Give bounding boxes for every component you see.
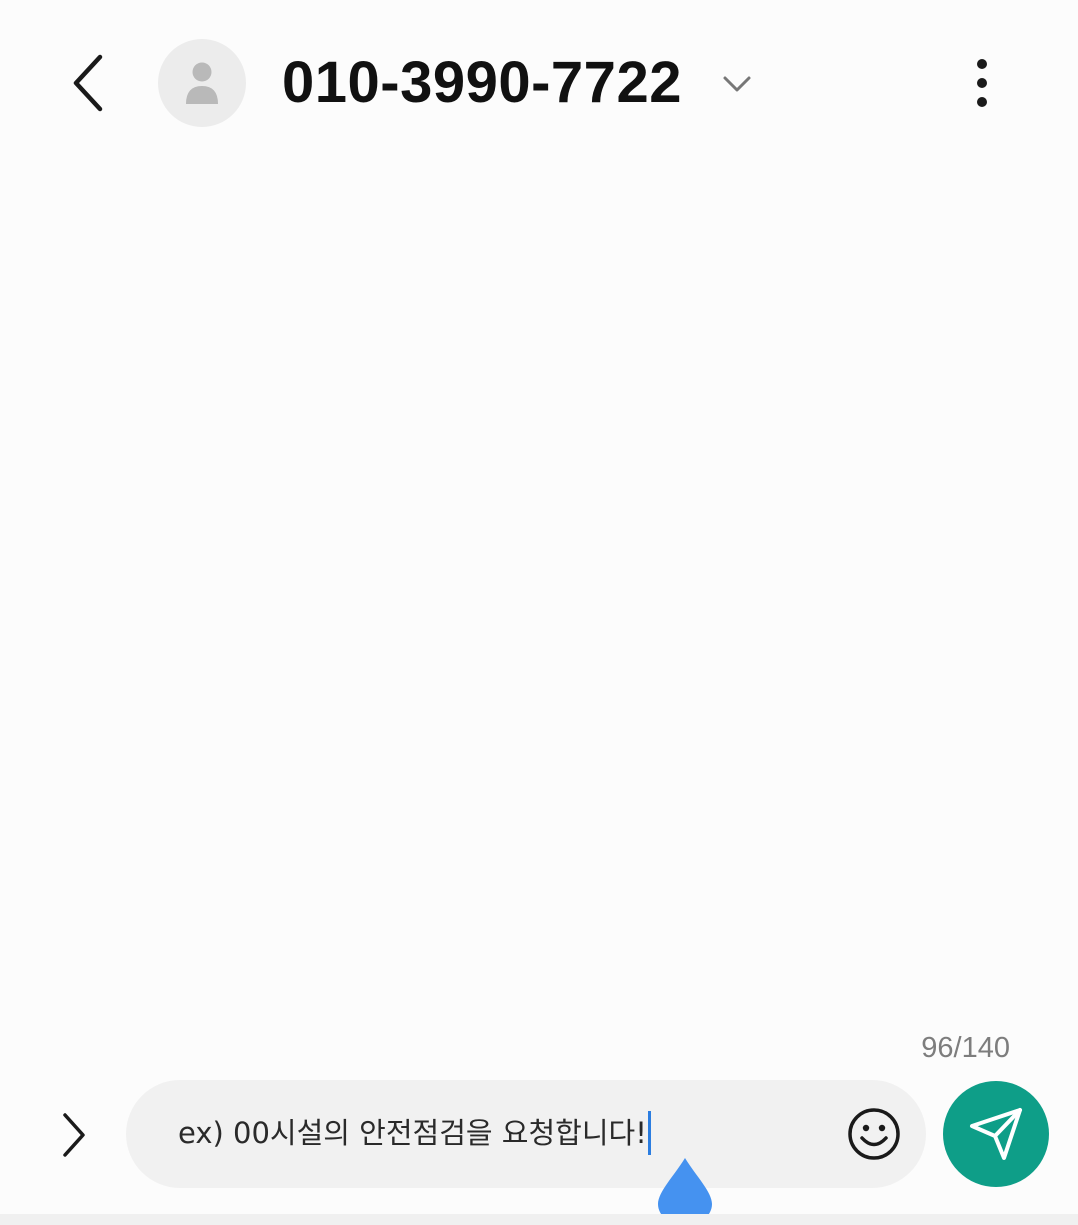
person-icon bbox=[186, 62, 218, 104]
emoji-button[interactable] bbox=[846, 1106, 902, 1162]
send-icon bbox=[970, 1108, 1022, 1160]
message-input[interactable]: ex) 00시설의 안전점검을 요청합니다! bbox=[178, 1110, 651, 1156]
message-input-container[interactable]: ex) 00시설의 안전점검을 요청합니다! bbox=[126, 1080, 926, 1188]
navigation-bar-area bbox=[0, 1214, 1078, 1225]
contact-avatar[interactable] bbox=[158, 39, 246, 127]
chevron-down-icon bbox=[723, 76, 751, 92]
send-button[interactable] bbox=[943, 1081, 1049, 1187]
chevron-right-icon bbox=[63, 1113, 85, 1157]
smiley-icon bbox=[848, 1108, 900, 1160]
messaging-screen: 010-3990-7722 96/140 ex) 00시설의 안전점검을 요청합… bbox=[0, 0, 1078, 1225]
character-counter: 96/140 bbox=[921, 1032, 1010, 1064]
contact-number[interactable]: 010-3990-7722 bbox=[282, 48, 682, 118]
back-button[interactable] bbox=[58, 46, 122, 120]
contact-details-toggle[interactable] bbox=[714, 62, 760, 106]
chevron-left-icon bbox=[73, 54, 103, 112]
text-cursor bbox=[647, 1111, 651, 1155]
expand-attachments-button[interactable] bbox=[44, 1102, 104, 1168]
more-options-button[interactable] bbox=[954, 52, 1010, 114]
conversation-area[interactable] bbox=[0, 170, 1078, 1020]
more-vertical-icon bbox=[977, 59, 987, 107]
message-text: ex) 00시설의 안전점검을 요청합니다! bbox=[178, 1116, 647, 1150]
conversation-header: 010-3990-7722 bbox=[0, 0, 1078, 170]
